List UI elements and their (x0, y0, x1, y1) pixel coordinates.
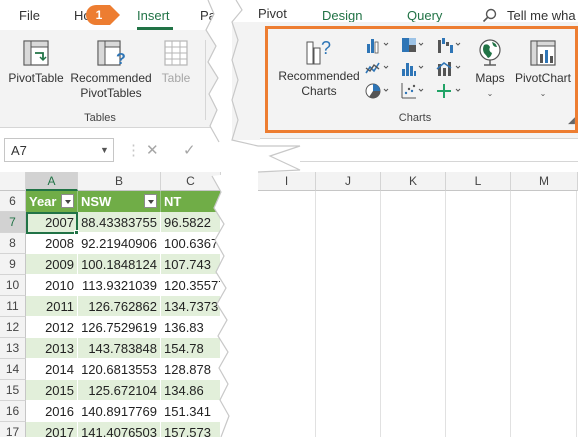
torn-edge-divider (205, 0, 301, 437)
